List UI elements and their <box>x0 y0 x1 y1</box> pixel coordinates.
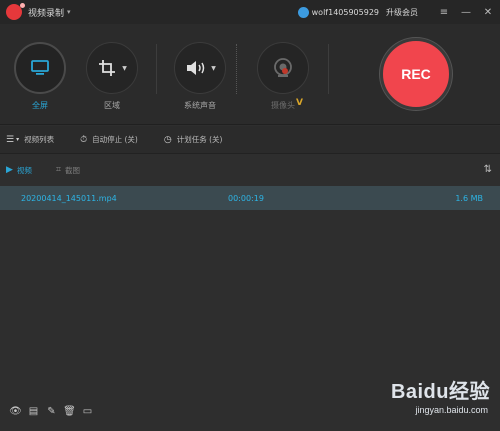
delete-icon[interactable]: 🗑 <box>62 406 77 417</box>
region-button[interactable]: ▼ <box>86 42 138 94</box>
speaker-icon <box>187 61 205 75</box>
camera-label: 摄像头 <box>271 101 295 110</box>
region-label: 区域 <box>104 101 120 110</box>
tab-screenshot[interactable]: ⌗ 截图 <box>56 165 80 176</box>
rec-label: REC <box>401 66 431 82</box>
edit-icon[interactable]: ✎ <box>44 406 59 417</box>
tab-screenshot-label: 截图 <box>65 165 80 175</box>
stopwatch-icon: ⏱ <box>80 134 88 145</box>
watermark: Baidu经验 jingyan.baidu.com <box>386 375 490 423</box>
watermark-url: jingyan.baidu.com <box>415 405 488 415</box>
folder-icon[interactable]: ▭ <box>80 406 95 417</box>
rec-button[interactable]: REC <box>380 38 452 110</box>
recording-toolbar: 全屏 ▼ 区域 ▼ 系统声音 摄像头 V REC <box>0 24 500 125</box>
monitor-icon <box>31 60 49 75</box>
video-list-toggle[interactable]: ☰ ▾ 视频列表 <box>6 134 54 145</box>
watermark-logo: Baidu经验 <box>390 381 490 403</box>
title-bar: 视频录制 ▾ wolf1405905929 升级会员 ≡ — ✕ <box>0 0 500 24</box>
system-audio-label: 系统声音 <box>184 101 216 110</box>
auto-stop-button[interactable]: ⏱ 自动停止 (关) <box>80 134 138 145</box>
video-camera-icon: ▶ <box>6 165 13 175</box>
auto-stop-label: 自动停止 (关) <box>92 135 138 144</box>
close-icon[interactable]: ✕ <box>478 7 498 18</box>
video-list-label: 视频列表 <box>24 135 55 144</box>
username[interactable]: wolf1405905929 <box>312 8 379 17</box>
app-logo-icon <box>6 3 25 20</box>
list-icon: ☰ <box>6 134 15 145</box>
tab-video-label: 视频 <box>16 165 32 175</box>
upgrade-button[interactable]: 升级会员 <box>386 7 418 18</box>
menu-icon[interactable]: ≡ <box>434 7 454 18</box>
sort-icon[interactable]: ⇅ <box>484 164 492 175</box>
app-title[interactable]: 视频录制 <box>28 6 64 19</box>
list-caret-icon: ▾ <box>16 136 20 143</box>
minimize-icon[interactable]: — <box>456 7 476 18</box>
file-icon[interactable]: ▤ <box>26 406 41 417</box>
file-name: 20200414_145011.mp4 <box>21 193 117 203</box>
scheduled-task-button[interactable]: ◷ 计划任务 (关) <box>164 134 223 145</box>
file-duration: 00:00:19 <box>228 193 264 203</box>
table-row[interactable]: 20200414_145011.mp4 00:00:19 1.6 MB <box>0 186 500 210</box>
preview-icon[interactable]: 👁 <box>8 406 23 417</box>
options-bar: ☰ ▾ 视频列表 ⏱ 自动停止 (关) ◷ 计划任务 (关) <box>0 126 500 154</box>
divider <box>236 44 237 94</box>
system-audio-button[interactable]: ▼ <box>174 42 226 94</box>
crop-small-icon: ⌗ <box>55 165 61 175</box>
audio-caret-icon: ▼ <box>211 64 216 72</box>
region-caret-icon: ▼ <box>122 64 127 72</box>
webcam-icon <box>274 58 292 77</box>
fullscreen-button[interactable] <box>14 42 66 94</box>
clock-icon: ◷ <box>163 134 172 145</box>
app-menu-caret-icon[interactable]: ▾ <box>67 8 71 16</box>
crop-icon <box>99 60 116 76</box>
titlebar-right: wolf1405905929 升级会员 ≡ — ✕ <box>297 0 500 24</box>
divider <box>328 44 329 94</box>
scheduled-task-label: 计划任务 (关) <box>176 135 223 144</box>
camera-button[interactable] <box>257 42 309 94</box>
divider <box>156 44 157 94</box>
media-tabs: ▶ 视频 ⌗ 截图 ⇅ <box>0 158 500 182</box>
fullscreen-label: 全屏 <box>32 101 48 110</box>
bottom-actions: 👁 ▤ ✎ 🗑 ▭ <box>8 406 98 417</box>
file-size: 1.6 MB <box>455 193 483 203</box>
avatar[interactable] <box>297 6 309 18</box>
tab-video[interactable]: ▶ 视频 <box>6 165 32 176</box>
vip-badge: V <box>296 98 303 108</box>
